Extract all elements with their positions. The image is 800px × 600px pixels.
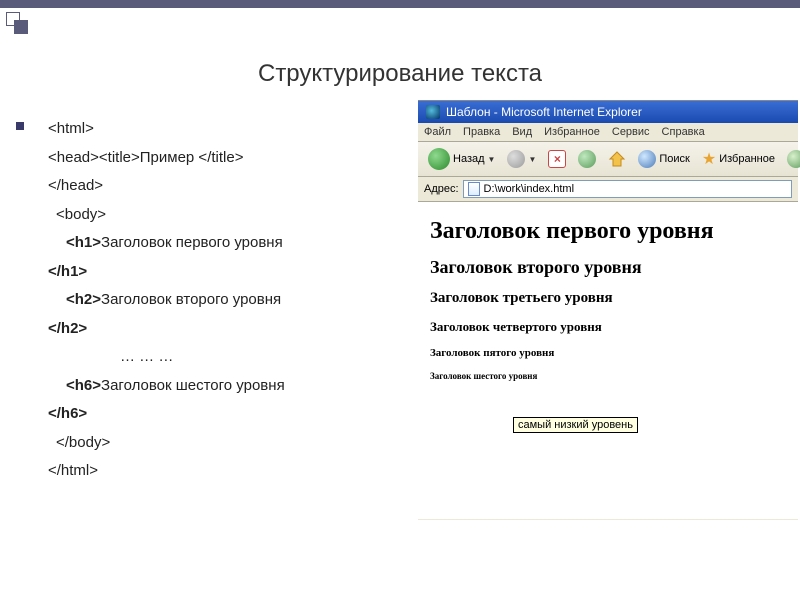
browser-titlebar[interactable]: Шаблон - Microsoft Internet Explorer (418, 101, 798, 123)
code-example: <html> <head><title>Пример </title> </he… (30, 115, 390, 486)
search-icon (638, 150, 656, 168)
browser-menubar: Файл Правка Вид Избранное Сервис Справка (418, 123, 798, 142)
slide-title: Структурирование текста (0, 60, 800, 88)
code-line: </html> (48, 462, 98, 479)
search-label: Поиск (659, 153, 689, 165)
home-button[interactable] (604, 148, 630, 170)
heading-2: Заголовок второго уровня (430, 257, 786, 278)
code-line: <head><title> (48, 149, 140, 166)
menu-edit[interactable]: Правка (463, 126, 500, 138)
forward-icon (507, 150, 525, 168)
code-text: Заголовок первого уровня (101, 234, 283, 251)
heading-5: Заголовок пятого уровня (430, 347, 786, 359)
ie-icon (426, 105, 440, 119)
favorites-button[interactable]: ★ Избранное (698, 147, 779, 171)
code-text: Заголовок второго уровня (101, 291, 281, 308)
code-line: </body> (56, 434, 110, 451)
bullet-icon (16, 122, 24, 130)
refresh-icon (578, 150, 596, 168)
address-input[interactable]: D:\work\index.html (463, 180, 792, 198)
address-label: Адрес: (424, 183, 459, 195)
favorites-label: Избранное (719, 153, 775, 165)
heading-1: Заголовок первого уровня (430, 218, 786, 245)
menu-view[interactable]: Вид (512, 126, 532, 138)
slide-top-decoration (0, 0, 800, 40)
tooltip: самый низкий уровень (513, 417, 638, 433)
code-line: </title> (194, 149, 243, 166)
file-icon (468, 182, 480, 196)
code-line: <html> (48, 120, 94, 137)
forward-button[interactable]: ▼ (503, 148, 540, 170)
menu-help[interactable]: Справка (662, 126, 705, 138)
stop-button[interactable]: × (544, 148, 570, 170)
browser-toolbar: Назад ▼ ▼ × Поиск ★ Избранное (418, 142, 798, 177)
ellipsis: … … … (120, 348, 173, 365)
browser-content: Заголовок первого уровня Заголовок второ… (418, 202, 798, 519)
window-title: Шаблон - Microsoft Internet Explorer (446, 105, 642, 119)
heading-6: Заголовок шестого уровня (430, 371, 786, 381)
tag-close: </h6> (48, 405, 87, 422)
tag-open: <h6> (66, 377, 101, 394)
chevron-down-icon: ▼ (488, 155, 496, 164)
more-icon (787, 150, 800, 168)
code-line: </head> (48, 177, 103, 194)
browser-window: Шаблон - Microsoft Internet Explorer Фай… (418, 100, 798, 520)
back-label: Назад (453, 153, 485, 165)
more-button[interactable] (783, 148, 800, 170)
back-button[interactable]: Назад ▼ (424, 146, 499, 172)
code-line: <body> (56, 206, 106, 223)
refresh-button[interactable] (574, 148, 600, 170)
code-line: Пример (140, 149, 195, 166)
menu-tools[interactable]: Сервис (612, 126, 650, 138)
tag-open: <h1> (66, 234, 101, 251)
heading-4: Заголовок четвертого уровня (430, 319, 786, 335)
menu-file[interactable]: Файл (424, 126, 451, 138)
heading-3: Заголовок третьего уровня (430, 290, 786, 307)
tag-open: <h2> (66, 291, 101, 308)
tag-close: </h2> (48, 320, 87, 337)
chevron-down-icon: ▼ (528, 155, 536, 164)
tag-close: </h1> (48, 263, 87, 280)
menu-favorites[interactable]: Избранное (544, 126, 600, 138)
address-bar: Адрес: D:\work\index.html (418, 177, 798, 202)
stop-icon: × (548, 150, 566, 168)
back-icon (428, 148, 450, 170)
address-value: D:\work\index.html (484, 183, 574, 195)
search-button[interactable]: Поиск (634, 148, 693, 170)
home-icon (608, 150, 626, 168)
star-icon: ★ (702, 149, 716, 169)
code-text: Заголовок шестого уровня (101, 377, 285, 394)
